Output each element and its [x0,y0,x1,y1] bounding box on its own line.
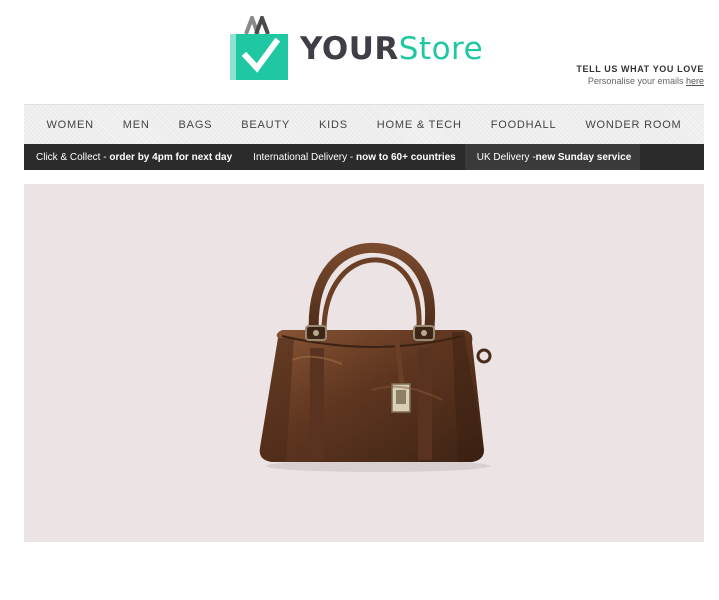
brown-leather-handbag [259,242,492,472]
logo-word-store: Store [398,30,484,67]
promo-international-delivery[interactable]: International Delivery - now to 60+ coun… [241,152,465,163]
promo-lead: Click & Collect - [36,151,110,163]
logo-word-your: YOUR [300,30,399,67]
shopping-bag-check-icon [228,12,290,82]
nav-item-beauty[interactable]: BEAUTY [241,119,290,131]
tell-us-subtitle-text: Personalise your emails [587,76,684,86]
nav-item-men[interactable]: MEN [123,119,150,131]
personalise-here-link[interactable]: here [686,76,704,86]
category-nav: WOMEN MEN BAGS BEAUTY KIDS HOME & TECH F… [24,104,704,144]
promo-lead: International Delivery - [253,151,356,163]
nav-item-home-tech[interactable]: HOME & TECH [377,119,462,131]
nav-item-women[interactable]: WOMEN [46,119,93,131]
promo-bar: Click & Collect - order by 4pm for next … [24,144,704,170]
promo-uk-delivery[interactable]: UK Delivery - new Sunday service [464,144,641,170]
logo-wordmark: YOURStore [300,30,484,67]
store-logo[interactable]: YOURStore [228,12,484,82]
promo-bold: now to 60+ countries [356,151,456,163]
nav-item-kids[interactable]: KIDS [319,119,348,131]
nav-item-foodhall[interactable]: FOODHALL [491,119,557,131]
tell-us-title: TELL US WHAT YOU LOVE [576,64,704,74]
promo-click-collect[interactable]: Click & Collect - order by 4pm for next … [24,152,241,163]
promo-bold: order by 4pm for next day [109,151,233,163]
nav-item-wonder-room[interactable]: WONDER ROOM [585,119,681,131]
promo-lead: UK Delivery - [476,151,536,163]
nav-item-bags[interactable]: BAGS [179,119,213,131]
email-preferences-block: TELL US WHAT YOU LOVE Personalise your e… [576,64,704,86]
hero-banner[interactable] [24,184,704,542]
promo-bold: new Sunday service [535,151,632,163]
tell-us-subtitle: Personalise your emails here [576,76,704,86]
